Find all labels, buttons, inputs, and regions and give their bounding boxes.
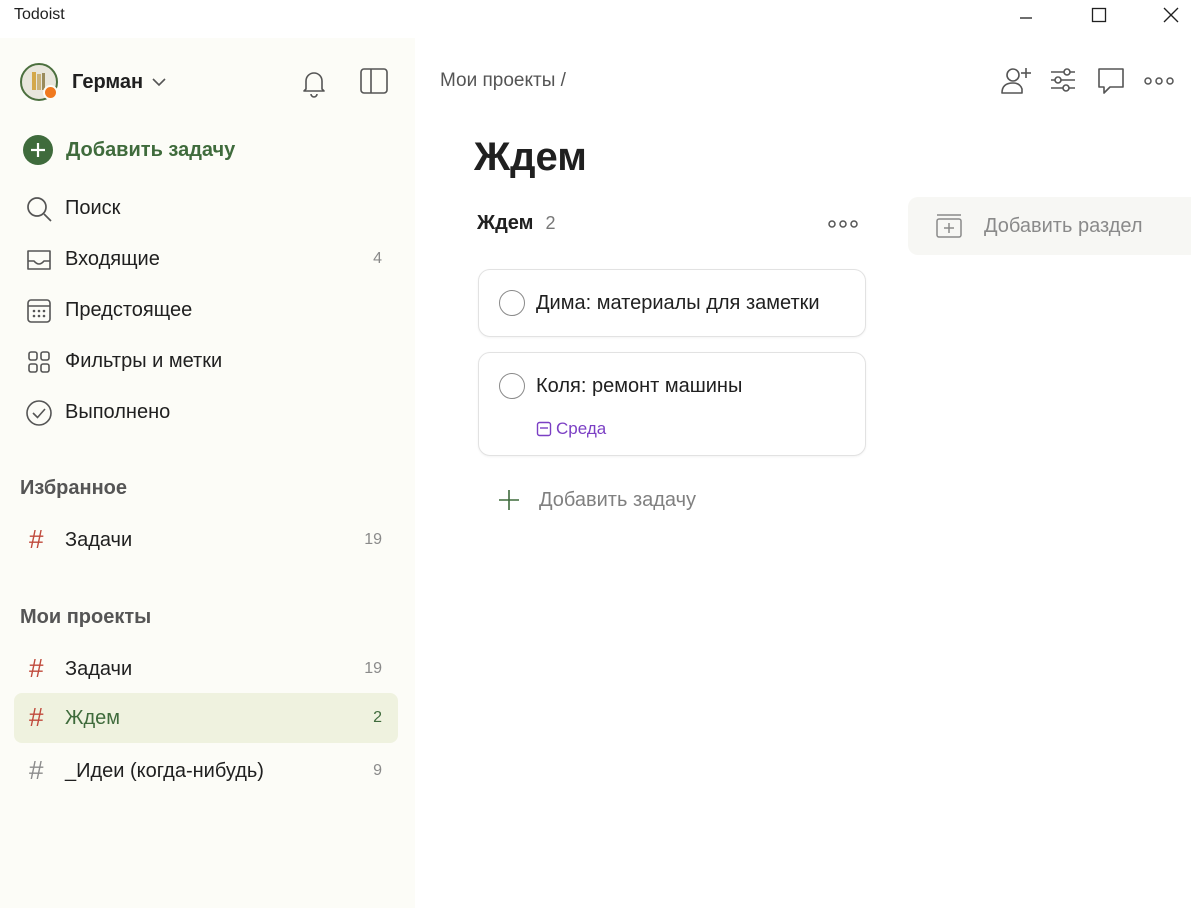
view-options-button[interactable] bbox=[1049, 64, 1077, 96]
chevron-down-icon bbox=[152, 78, 166, 87]
more-actions-button[interactable] bbox=[1143, 64, 1175, 96]
task-due-date[interactable]: Среда bbox=[536, 419, 606, 439]
hash-icon: # bbox=[29, 653, 44, 683]
project-ideas[interactable]: # _Идеи (когда-нибудь) 9 bbox=[14, 746, 398, 796]
add-task-button[interactable]: Добавить задачу bbox=[23, 135, 235, 165]
hash-icon: # bbox=[29, 755, 44, 785]
add-task-label: Добавить задачу bbox=[66, 138, 236, 161]
hash-icon: # bbox=[29, 702, 44, 732]
task-checkbox[interactable] bbox=[499, 290, 525, 316]
project-tasks[interactable]: # Задачи 19 bbox=[14, 644, 398, 694]
plus-icon bbox=[499, 490, 519, 510]
avatar bbox=[20, 63, 58, 101]
user-menu-button[interactable]: Герман bbox=[20, 62, 167, 102]
sidebar-item-filters-labels[interactable]: Фильтры и метки bbox=[14, 336, 398, 386]
add-person-icon bbox=[1001, 68, 1031, 94]
close-icon bbox=[1163, 7, 1179, 23]
maximize-icon bbox=[1091, 7, 1107, 23]
add-section-label: Добавить раздел bbox=[984, 214, 1143, 237]
sidebar-toggle-icon bbox=[360, 68, 388, 94]
share-button[interactable] bbox=[1000, 64, 1032, 96]
add-section-icon bbox=[936, 214, 962, 238]
sidebar-item-completed[interactable]: Выполнено bbox=[14, 387, 398, 437]
sidebar-item-label: Выполнено bbox=[65, 400, 171, 423]
task-card[interactable]: Коля: ремонт машины Среда bbox=[478, 352, 866, 456]
close-button[interactable] bbox=[1148, 0, 1191, 30]
section-name: Ждем bbox=[477, 212, 534, 234]
search-icon bbox=[27, 197, 52, 222]
sidebar: Герман Добавить задачу Поиск Входящие 4 bbox=[0, 38, 415, 908]
title-bar: Todoist bbox=[0, 0, 1191, 32]
task-card[interactable]: Дима: материалы для заметки bbox=[478, 269, 866, 337]
comments-button[interactable] bbox=[1096, 64, 1126, 96]
task-title: Коля: ремонт машины bbox=[536, 375, 743, 397]
sidebar-item-label: Фильтры и метки bbox=[65, 349, 223, 372]
sidebar-item-label: Входящие bbox=[65, 247, 160, 270]
sidebar-item-upcoming[interactable]: Предстоящее bbox=[14, 285, 398, 335]
sidebar-item-label: Ждем bbox=[65, 706, 121, 729]
window-title: Todoist bbox=[14, 6, 65, 23]
sidebar-item-label: Предстоящее bbox=[65, 298, 193, 321]
breadcrumb[interactable]: Мои проекты / bbox=[440, 70, 566, 92]
sidebar-item-count: 2 bbox=[373, 709, 382, 726]
favorite-project-tasks[interactable]: # Задачи 19 bbox=[14, 515, 398, 565]
minimize-icon bbox=[1020, 17, 1032, 19]
favorites-header[interactable]: Избранное bbox=[20, 477, 127, 500]
sidebar-item-search[interactable]: Поиск bbox=[14, 183, 398, 233]
my-projects-header[interactable]: Мои проекты bbox=[20, 606, 151, 629]
more-horizontal-icon bbox=[1144, 77, 1174, 85]
sidebar-item-inbox[interactable]: Входящие 4 bbox=[14, 234, 398, 284]
more-horizontal-icon bbox=[828, 220, 858, 228]
sidebar-item-count: 19 bbox=[364, 660, 382, 677]
due-date-label: Среда bbox=[556, 419, 607, 438]
sidebar-item-label: Задачи bbox=[65, 528, 133, 551]
calendar-icon bbox=[536, 421, 552, 437]
section-count: 2 bbox=[545, 213, 556, 233]
user-name: Герман bbox=[72, 70, 144, 93]
calendar-icon bbox=[27, 299, 51, 323]
sidebar-item-count: 4 bbox=[373, 250, 382, 267]
task-title: Дима: материалы для заметки bbox=[536, 292, 820, 314]
plus-circle-icon bbox=[23, 135, 53, 165]
toggle-sidebar-button[interactable] bbox=[359, 67, 389, 95]
minimize-button[interactable] bbox=[1003, 0, 1049, 30]
check-circle-icon bbox=[26, 400, 52, 426]
page-title: Ждем bbox=[474, 135, 587, 179]
sidebar-item-label: _Идеи (когда-нибудь) bbox=[65, 759, 264, 782]
notifications-button[interactable] bbox=[300, 68, 328, 98]
task-checkbox[interactable] bbox=[499, 373, 525, 399]
sidebar-item-count: 9 bbox=[373, 762, 382, 779]
add-task-inline-button[interactable]: Добавить задачу bbox=[497, 488, 696, 512]
sidebar-item-count: 19 bbox=[364, 531, 382, 548]
bell-icon bbox=[303, 72, 325, 98]
section-header[interactable]: Ждем 2 bbox=[477, 212, 555, 235]
sidebar-item-label: Поиск bbox=[65, 196, 121, 219]
hash-icon: # bbox=[29, 524, 44, 554]
filters-grid-icon bbox=[28, 351, 50, 373]
add-task-inline-label: Добавить задачу bbox=[539, 488, 697, 511]
sidebar-item-label: Задачи bbox=[65, 657, 133, 680]
inbox-icon bbox=[27, 250, 51, 270]
maximize-button[interactable] bbox=[1076, 0, 1122, 30]
notification-dot bbox=[43, 85, 58, 100]
add-section-button[interactable]: Добавить раздел bbox=[908, 197, 1191, 255]
section-more-button[interactable] bbox=[826, 216, 860, 232]
comment-icon bbox=[1098, 68, 1124, 94]
project-waiting[interactable]: # Ждем 2 bbox=[14, 693, 398, 743]
sliders-icon bbox=[1051, 68, 1075, 92]
